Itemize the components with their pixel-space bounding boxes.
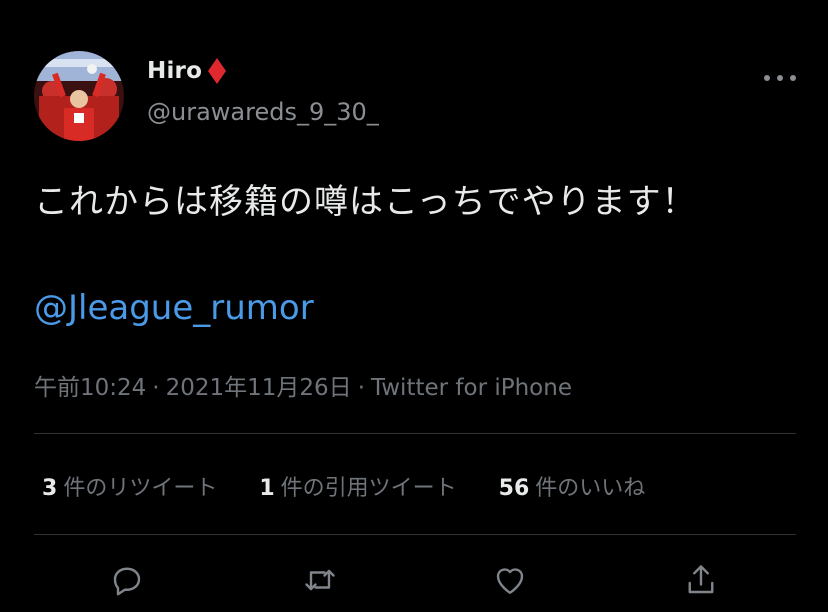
tweet-source[interactable]: Twitter for iPhone xyxy=(371,375,572,401)
reply-icon[interactable] xyxy=(107,560,147,600)
tweet-time[interactable]: 午前10:24 xyxy=(34,375,146,401)
more-options-icon[interactable] xyxy=(764,74,796,82)
quotes-label: 件の引用ツイート xyxy=(280,476,457,501)
mention-link[interactable]: @Jleague_rumor xyxy=(34,286,314,330)
share-icon[interactable] xyxy=(681,560,721,600)
quotes-count: 1 xyxy=(259,476,275,501)
display-name[interactable]: Hiro xyxy=(147,58,202,84)
likes-label: 件のいいね xyxy=(535,476,646,501)
avatar[interactable] xyxy=(34,51,124,141)
retweets-stat[interactable]: 3 件のリツイート xyxy=(42,470,217,502)
red-diamond-icon xyxy=(208,58,227,84)
divider xyxy=(34,433,796,434)
retweets-label: 件のリツイート xyxy=(63,476,218,501)
engagement-stats: 3 件のリツイート 1 件の引用ツイート 56 件のいいね xyxy=(42,470,687,502)
meta-separator: · xyxy=(152,375,160,401)
like-icon[interactable] xyxy=(490,560,530,600)
likes-stat[interactable]: 56 件のいいね xyxy=(499,470,646,502)
quotes-stat[interactable]: 1 件の引用ツイート xyxy=(259,470,456,502)
retweets-count: 3 xyxy=(42,476,58,501)
divider xyxy=(34,534,796,535)
action-bar xyxy=(0,560,828,600)
author-name-row[interactable]: Hiro xyxy=(147,58,227,84)
tweet-text: これからは移籍の噂はこっちでやります！ xyxy=(34,182,697,222)
user-handle[interactable]: @urawareds_9_30_ xyxy=(147,98,379,126)
tweet-meta: 午前10:24 · 2021年11月26日 · Twitter for iPhone xyxy=(34,368,572,402)
retweet-icon[interactable] xyxy=(300,560,340,600)
tweet-date[interactable]: 2021年11月26日 xyxy=(166,375,352,401)
meta-separator: · xyxy=(357,375,365,401)
likes-count: 56 xyxy=(498,476,530,501)
